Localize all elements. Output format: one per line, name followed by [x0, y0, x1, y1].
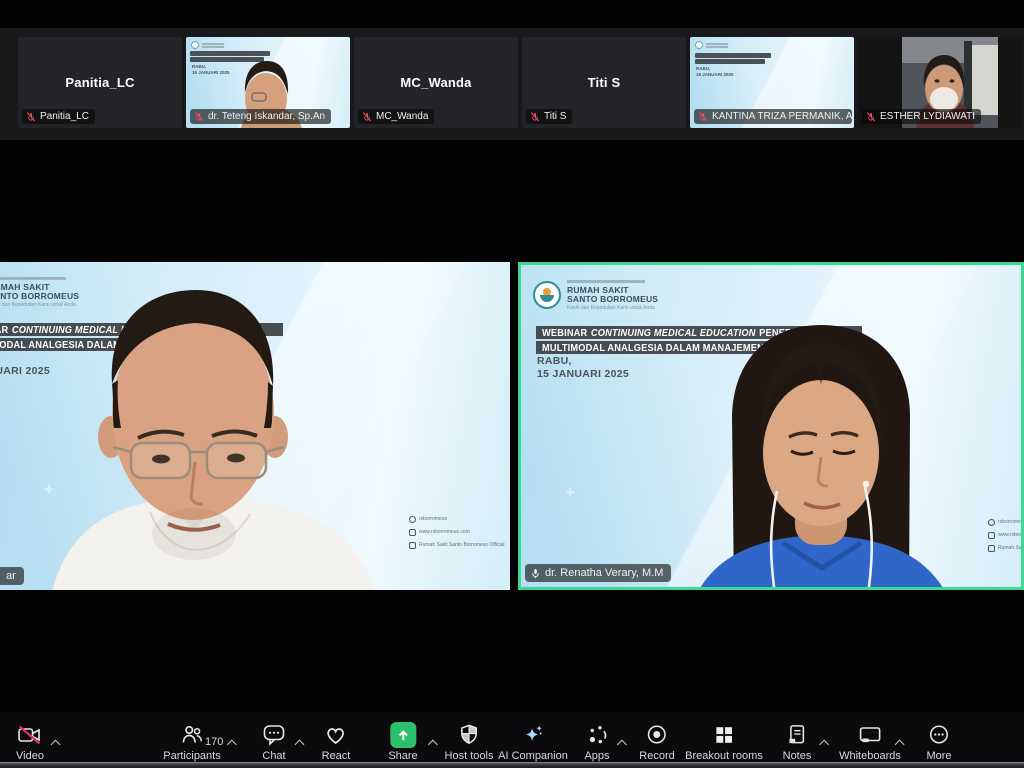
- filmstrip: Panitia_LC Panitia_LC RABU, 15 JANUARI 2…: [0, 28, 1024, 140]
- muted-mic-icon: [194, 112, 204, 122]
- record-icon: [646, 722, 669, 747]
- name-label: ar: [0, 567, 24, 585]
- filmstrip-tile-mcwanda[interactable]: MC_Wanda MC_Wanda: [354, 37, 518, 128]
- name-label-text: KANTINA TRIZA PERMANIK, A.M ..: [712, 111, 852, 122]
- breakout-rooms-icon: [713, 722, 735, 747]
- name-label: Titi S: [526, 109, 572, 124]
- notes-options-caret[interactable]: [820, 740, 830, 750]
- apps-icon: [585, 722, 609, 747]
- presenter-teteng-figure: [0, 262, 510, 590]
- host-tools-button[interactable]: Host tools: [445, 722, 494, 762]
- share-screen-icon: [390, 722, 416, 748]
- name-label: Panitia_LC: [22, 109, 95, 124]
- sparkle-icon: [521, 722, 545, 747]
- react-button[interactable]: React: [322, 722, 351, 762]
- share-options-caret[interactable]: [428, 740, 438, 750]
- breakout-rooms-button[interactable]: Breakout rooms: [685, 722, 763, 762]
- filmstrip-tile-kantina-video[interactable]: RABU, 15 JANUARI 2025 KANTINA TRIZA PERM…: [690, 37, 854, 128]
- muted-mic-icon: [698, 112, 708, 122]
- name-label-text: dr. Teteng Iskandar, Sp.An: [208, 111, 325, 122]
- zoom-meeting-window: Panitia_LC Panitia_LC RABU, 15 JANUARI 2…: [0, 0, 1024, 768]
- video-button[interactable]: Video: [16, 722, 44, 762]
- ai-companion-button[interactable]: AI Companion: [498, 722, 568, 762]
- video-off-icon: [18, 722, 43, 747]
- name-label-text: ar: [6, 570, 16, 582]
- notes-icon: [786, 722, 809, 747]
- name-label-text: Titi S: [544, 111, 566, 122]
- filmstrip-tile-panitia[interactable]: Panitia_LC Panitia_LC: [18, 37, 182, 128]
- shield-icon: [457, 722, 480, 747]
- notes-button[interactable]: Notes: [783, 722, 812, 762]
- whiteboard-icon: [858, 722, 882, 747]
- more-icon: [928, 722, 951, 747]
- muted-mic-icon: [530, 112, 540, 122]
- chat-options-caret[interactable]: [295, 740, 305, 750]
- taskbar-edge: [0, 762, 1024, 768]
- filmstrip-tile-esther-video[interactable]: ESTHER LYDIAWATI: [858, 37, 1022, 128]
- main-video-teteng[interactable]: RUMAH SAKIT SANTO BORROMEUS Kasih dan Ke…: [0, 262, 510, 590]
- name-label-text: MC_Wanda: [376, 111, 428, 122]
- name-label: KANTINA TRIZA PERMANIK, A.M ..: [694, 109, 852, 124]
- chat-icon: [262, 722, 286, 747]
- name-label-text: dr. Renatha Verary, M.M: [545, 567, 663, 579]
- hospital-logo-mini: [695, 41, 703, 49]
- muted-mic-icon: [26, 112, 36, 122]
- whiteboards-options-caret[interactable]: [895, 740, 905, 750]
- apps-options-caret[interactable]: [617, 740, 627, 750]
- mini-date: RABU, 15 JANUARI 2025: [696, 66, 734, 78]
- name-label-text: ESTHER LYDIAWATI: [880, 111, 975, 122]
- muted-mic-icon: [866, 112, 876, 122]
- chat-button[interactable]: Chat: [262, 722, 286, 762]
- name-label: ESTHER LYDIAWATI: [862, 109, 981, 124]
- whiteboards-button[interactable]: Whiteboards: [839, 722, 901, 762]
- apps-button[interactable]: Apps: [584, 722, 609, 762]
- main-video-renatha[interactable]: RUMAH SAKIT SANTO BORROMEUS Kasih dan Ke…: [518, 262, 1024, 590]
- name-label: dr. Teteng Iskandar, Sp.An: [190, 109, 331, 124]
- banner-strip: [695, 53, 771, 58]
- participants-count: 170: [205, 736, 223, 748]
- banner-strip: [695, 59, 765, 64]
- heart-icon: [324, 722, 348, 747]
- muted-mic-icon: [362, 112, 372, 122]
- presenter-renatha-figure: [521, 265, 1024, 590]
- video-options-caret[interactable]: [51, 740, 61, 750]
- filmstrip-tile-teteng-video[interactable]: RABU, 15 JANUARI 2025 dr. Teteng Iskanda…: [186, 37, 350, 128]
- filmstrip-tile-titis[interactable]: Titi S Titi S: [522, 37, 686, 128]
- name-label: dr. Renatha Verary, M.M: [525, 564, 671, 582]
- name-label-text: Panitia_LC: [40, 111, 89, 122]
- share-button[interactable]: Share: [388, 722, 417, 762]
- participants-icon: [180, 722, 204, 747]
- mic-icon: [530, 568, 541, 579]
- participants-button[interactable]: Participants 170: [163, 722, 220, 762]
- record-button[interactable]: Record: [639, 722, 674, 762]
- participants-options-caret[interactable]: [227, 740, 237, 750]
- more-button[interactable]: More: [926, 722, 951, 762]
- name-label: MC_Wanda: [358, 109, 434, 124]
- meeting-toolbar: Video Participants 170 Chat React: [0, 712, 1024, 762]
